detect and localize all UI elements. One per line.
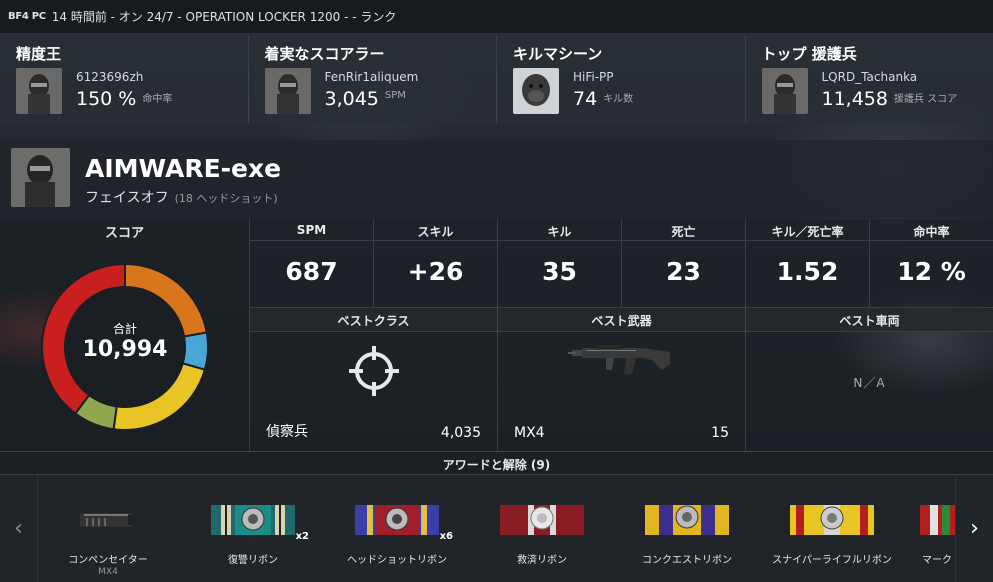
best-weapon-value: 15 — [711, 425, 729, 441]
stat-kd-ratio: キル／死亡率 1.52 — [746, 219, 870, 307]
award-sub: MX4 — [98, 567, 118, 577]
top-awards-strip: 精度王 6123696zh 150 % 命中率 着実なスコアラー FenRir1… — [0, 35, 993, 123]
ribbon-icon — [920, 505, 956, 535]
player-name[interactable]: AIMWARE-exe — [85, 154, 281, 183]
top-award-unit: キル数 — [603, 94, 634, 105]
stat-accuracy: 命中率 12 % — [870, 219, 993, 307]
award-item[interactable]: x2 復讐リボン — [183, 505, 323, 566]
stat-value: 1.52 — [776, 257, 839, 286]
award-item[interactable]: コンペンセイター MX4 — [38, 505, 178, 577]
best-class-value: 4,035 — [440, 425, 481, 441]
player-subtitle-note: (18 ヘッドショット) — [174, 192, 278, 205]
top-award-value: 74 — [573, 88, 598, 110]
smg-icon — [567, 345, 670, 374]
top-award-player[interactable]: 6123696zh — [76, 70, 172, 84]
award-multiplier: x6 — [439, 531, 453, 542]
server-info[interactable]: 14 時間前 - オン 24/7 - OPERATION LOCKER 1200… — [52, 8, 397, 25]
awards-carousel: ‹ コンペンセイター MX4 x2 復讐リボン x6 ヘッドショットリボン 救済… — [0, 475, 993, 582]
stat-skill: スキル +26 — [374, 219, 498, 307]
crosshair-icon — [348, 346, 399, 396]
carousel-prev-button[interactable]: ‹ — [0, 475, 38, 582]
stat-spm: SPM 687 — [250, 219, 374, 307]
top-award-player[interactable]: LQRD_Tachanka — [822, 70, 958, 84]
award-label: コンペンセイター — [68, 555, 148, 566]
ribbon-icon — [790, 505, 874, 535]
award-multiplier: x2 — [295, 531, 309, 542]
top-award-unit: SPM — [384, 90, 406, 101]
best-weapon-name: MX4 — [514, 425, 545, 441]
ribbon-icon — [355, 505, 439, 535]
ribbon-icon — [500, 505, 584, 535]
awards-header: アワードと解除 (9) — [0, 451, 993, 475]
best-weapon-header: ベスト武器 — [498, 308, 745, 332]
score-total-value: 10,994 — [82, 337, 168, 362]
ribbon-icon — [645, 505, 729, 535]
carousel-next-button[interactable]: › — [955, 475, 993, 582]
top-award-value: 3,045 — [324, 88, 379, 110]
chevron-left-icon: ‹ — [14, 516, 23, 541]
stat-label: スキル — [374, 219, 497, 241]
top-award-title: キルマシーン — [513, 45, 603, 63]
stat-value: +26 — [407, 257, 464, 286]
stat-label: キル／死亡率 — [746, 219, 869, 241]
award-label: 復讐リボン — [228, 555, 278, 566]
player-subtitle: フェイスオフ — [85, 190, 169, 206]
top-award-kills[interactable]: キルマシーン HiFi-PP 74 キル数 — [497, 35, 746, 123]
score-donut-chart: 合計 10,994 — [40, 262, 210, 432]
score-total-label: 合計 — [112, 322, 137, 336]
stat-label: SPM — [250, 219, 373, 241]
score-header: スコア — [104, 226, 144, 241]
stat-value: 687 — [285, 257, 338, 286]
best-class[interactable]: ベストクラス 偵察兵 4,035 — [250, 308, 498, 451]
top-award-value: 150 % — [76, 88, 137, 110]
top-award-player[interactable]: FenRir1aliquem — [325, 70, 419, 84]
stat-label: 死亡 — [622, 219, 745, 241]
player-avatar[interactable] — [11, 148, 70, 207]
game-logo: BF4 PC — [8, 11, 46, 22]
soldier-avatar — [264, 68, 311, 114]
stat-value: 12 % — [897, 257, 966, 286]
stat-value: 35 — [542, 257, 577, 286]
chevron-right-icon: › — [970, 516, 979, 541]
gorilla-avatar — [513, 68, 559, 114]
best-class-name: 偵察兵 — [266, 424, 308, 440]
top-award-spm[interactable]: 着実なスコアラー FenRir1aliquem 3,045 SPM — [249, 35, 497, 123]
award-item[interactable]: x6 ヘッドショットリボン — [327, 505, 467, 566]
award-item[interactable]: コンクエストリボン — [617, 505, 757, 566]
best-vehicle-header: ベスト車両 — [746, 308, 993, 332]
award-item[interactable]: 救済リボン — [472, 505, 612, 566]
award-label: マーク — [922, 555, 952, 566]
stat-value: 23 — [666, 257, 701, 286]
top-award-title: 精度王 — [16, 45, 62, 63]
best-row: ベストクラス 偵察兵 4,035 ベスト武器 MX4 15 ベスト車両 N／A — [249, 307, 993, 451]
best-class-header: ベストクラス — [250, 308, 497, 332]
soldier-avatar — [761, 68, 808, 114]
player-header: AIMWARE-exe フェイスオフ (18 ヘッドショット) — [0, 140, 993, 218]
stat-label: キル — [498, 219, 621, 241]
best-vehicle-na: N／A — [853, 376, 886, 390]
top-award-player[interactable]: HiFi-PP — [573, 70, 633, 84]
top-award-unit: 命中率 — [142, 94, 173, 105]
ribbon-icon — [211, 505, 295, 535]
top-bar: BF4 PC 14 時間前 - オン 24/7 - OPERATION LOCK… — [0, 0, 993, 34]
soldier-avatar — [16, 68, 62, 114]
award-label: 救済リボン — [517, 555, 567, 566]
top-award-unit: 援護兵 スコア — [893, 94, 958, 105]
score-panel: スコア 合計 10,994 — [0, 219, 249, 451]
award-label: コンクエストリボン — [642, 555, 732, 566]
top-award-title: トップ 援護兵 — [761, 45, 857, 63]
award-item[interactable]: マーク — [880, 505, 956, 566]
top-award-accuracy[interactable]: 精度王 6123696zh 150 % 命中率 — [0, 35, 249, 123]
stat-kills: キル 35 — [498, 219, 622, 307]
top-award-value: 11,458 — [821, 88, 888, 110]
top-award-support[interactable]: トップ 援護兵 LQRD_Tachanka 11,458 援護兵 スコア — [746, 35, 993, 123]
stat-deaths: 死亡 23 — [622, 219, 746, 307]
best-vehicle[interactable]: ベスト車両 N／A — [746, 308, 993, 451]
stats-grid: SPM 687 スキル +26 キル 35 死亡 23 キル／死亡率 1.52 … — [249, 219, 993, 307]
best-weapon[interactable]: ベスト武器 MX4 15 — [498, 308, 746, 451]
compensator-icon — [66, 505, 150, 535]
stat-label: 命中率 — [870, 219, 993, 241]
award-label: ヘッドショットリボン — [347, 555, 447, 566]
top-award-title: 着実なスコアラー — [264, 45, 385, 63]
